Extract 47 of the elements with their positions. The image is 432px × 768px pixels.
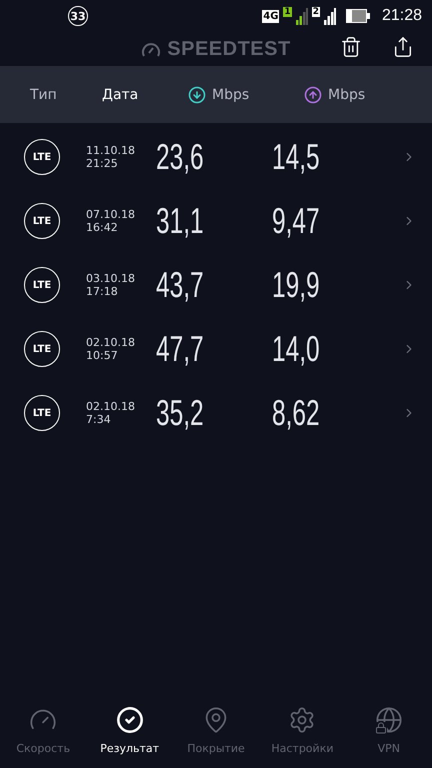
clock-time: 21:28 <box>382 7 422 25</box>
result-date: 07.10.18 <box>86 208 136 221</box>
globe-lock-icon <box>374 706 403 734</box>
result-time: 10:57 <box>86 349 119 362</box>
upload-speed: 14,5 <box>272 136 320 178</box>
share-icon[interactable] <box>392 36 414 58</box>
connection-type: LTE <box>24 139 60 175</box>
signal-icon <box>324 7 336 25</box>
column-header[interactable]: Тип <box>30 86 57 102</box>
upload-icon <box>304 86 322 104</box>
result-time: 7:34 <box>86 413 112 426</box>
result-time: 17:18 <box>86 285 119 298</box>
download-speed: 23,6 <box>156 136 204 178</box>
result-date: 02.10.18 <box>86 336 136 349</box>
trash-icon[interactable] <box>340 36 362 58</box>
column-header[interactable]: Mbps <box>188 86 250 104</box>
result-date: 11.10.18 <box>86 144 136 157</box>
upload-speed: 9,47 <box>272 200 320 242</box>
result-date: 03.10.18 <box>86 272 136 285</box>
speedometer-icon <box>141 40 162 58</box>
download-speed: 47,7 <box>156 328 204 370</box>
sim-number: 1 <box>283 7 292 17</box>
download-speed: 43,7 <box>156 264 204 306</box>
nav-tab[interactable]: Результат <box>86 702 173 768</box>
download-icon <box>188 86 206 104</box>
download-speed: 31,1 <box>156 200 204 242</box>
notification-count: 33 <box>68 6 88 26</box>
upload-speed: 19,9 <box>272 264 320 306</box>
connection-type: LTE <box>24 331 60 367</box>
result-time: 21:25 <box>86 157 119 170</box>
connection-type: LTE <box>24 395 60 431</box>
sim-number: 2 <box>312 7 320 17</box>
network-type: 4G <box>262 10 280 22</box>
app-title: SPEEDTEST <box>167 38 291 60</box>
upload-speed: 8,62 <box>272 392 320 434</box>
upload-speed: 14,0 <box>272 328 320 370</box>
battery-icon <box>346 9 370 23</box>
column-header[interactable]: Mbps <box>304 86 366 104</box>
settings-icon <box>288 706 316 734</box>
result-time: 16:42 <box>86 221 119 234</box>
result-date: 02.10.18 <box>86 400 136 413</box>
download-speed: 35,2 <box>156 392 204 434</box>
signal-icon <box>296 7 308 25</box>
connection-type: LTE <box>24 267 60 303</box>
connection-type: LTE <box>24 203 60 239</box>
column-header[interactable]: Дата <box>102 86 138 102</box>
check-circle-icon <box>116 706 144 734</box>
